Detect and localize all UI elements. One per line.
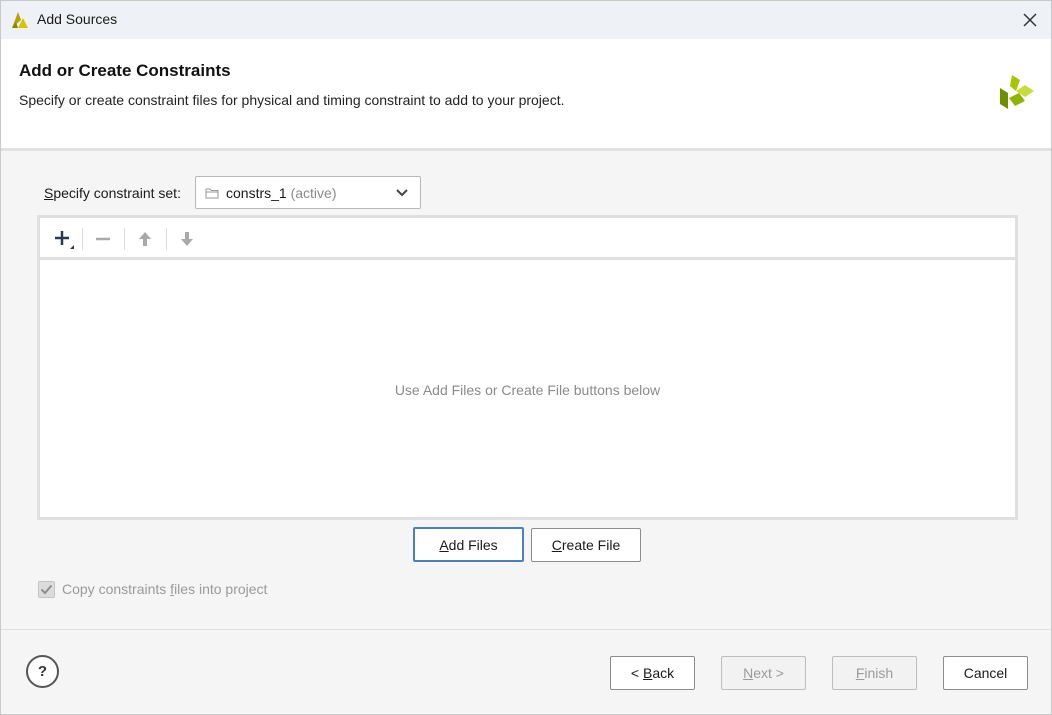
constraint-files-panel: Use Add Files or Create File buttons bel… [37, 215, 1018, 520]
checkmark-icon [40, 584, 53, 594]
add-files-button[interactable]: Add Files [413, 527, 524, 562]
chevron-down-icon [396, 189, 408, 197]
constraint-set-status: (active) [290, 185, 337, 201]
constraint-set-name: constrs_1 [226, 185, 287, 201]
page-title: Add or Create Constraints [19, 61, 231, 80]
toolbar-separator [124, 228, 125, 250]
page-subtitle: Specify or create constraint files for p… [19, 92, 565, 108]
vivado-logo-icon [12, 12, 28, 28]
back-button[interactable]: < Back [610, 656, 695, 690]
toolbar-separator [166, 228, 167, 250]
constraint-set-dropdown[interactable]: constrs_1 (active) [195, 176, 421, 209]
close-button[interactable] [1017, 7, 1043, 33]
cancel-button[interactable]: Cancel [943, 656, 1028, 690]
create-file-label: reate File [561, 537, 621, 553]
footer-divider [1, 629, 1051, 630]
finish-mnemonic: F [855, 665, 865, 681]
constraint-set-label: Specify constraint set: [44, 185, 181, 201]
constraint-set-label-mnemonic: S [44, 185, 54, 201]
arrow-up-icon [139, 232, 151, 246]
back-prefix: < [630, 665, 643, 681]
next-mnemonic: N [743, 665, 754, 681]
finish-button[interactable]: Finish [832, 656, 917, 690]
add-files-label: dd Files [448, 536, 498, 553]
plus-icon [55, 231, 74, 249]
wizard-header: Add or Create Constraints Specify or cre… [1, 39, 1051, 151]
constraint-set-value: constrs_1 (active) [226, 185, 337, 201]
file-toolbar [40, 218, 1015, 260]
add-files-mnemonic: A [439, 536, 449, 553]
copy-constraints-label: Copy constraints files into project [62, 581, 267, 597]
create-file-button[interactable]: Create File [531, 528, 641, 562]
move-down-button[interactable] [173, 226, 201, 252]
window-title: Add Sources [37, 11, 118, 27]
back-label: ack [652, 665, 675, 681]
help-button[interactable]: ? [26, 655, 59, 688]
copy-label-suffix: iles into project [174, 581, 268, 597]
next-button[interactable]: Next > [721, 656, 806, 690]
copy-constraints-option[interactable]: Copy constraints files into project [38, 579, 267, 599]
back-mnemonic: B [642, 665, 653, 681]
constraint-set-label-text: pecify constraint set: [53, 185, 181, 201]
folder-icon [205, 188, 219, 199]
copy-label-prefix: Copy constraints [62, 581, 171, 597]
add-file-menu-button[interactable] [48, 226, 76, 252]
minus-icon [96, 237, 110, 241]
finish-label: inish [864, 665, 894, 681]
xilinx-logo-icon [1000, 75, 1034, 109]
toolbar-separator [82, 228, 83, 250]
move-up-button[interactable] [131, 226, 159, 252]
title-bar: Add Sources [1, 1, 1051, 39]
add-sources-dialog: Add Sources Add or Create Constraints Sp… [0, 0, 1052, 715]
next-label: ext > [753, 665, 784, 681]
arrow-down-icon [181, 232, 193, 246]
remove-file-button[interactable] [89, 226, 117, 252]
empty-list-message: Use Add Files or Create File buttons bel… [394, 382, 661, 398]
create-file-mnemonic: C [551, 537, 562, 553]
copy-constraints-checkbox[interactable] [38, 580, 55, 598]
close-icon [1023, 13, 1037, 27]
